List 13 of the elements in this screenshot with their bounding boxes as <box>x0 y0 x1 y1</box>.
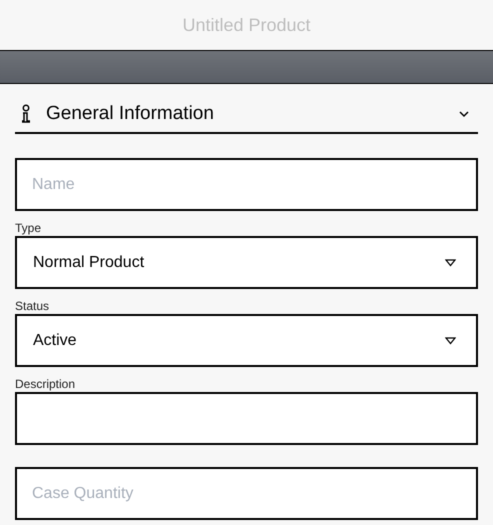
field-label: Type <box>15 221 42 235</box>
text-field[interactable]: Case Quantity <box>15 467 478 520</box>
dropdown-field[interactable]: Active <box>15 314 478 367</box>
page-title: Untitled Product <box>182 14 311 36</box>
dropdown-field[interactable]: Normal Product <box>15 236 478 289</box>
text-field[interactable]: Name <box>15 158 478 211</box>
section-header[interactable]: General Information <box>15 96 478 134</box>
field-label: Description <box>15 377 76 391</box>
dropdown-triangle-icon <box>445 258 456 266</box>
dropdown-triangle-icon <box>445 336 456 344</box>
field-label: Status <box>15 299 50 313</box>
description-field[interactable] <box>15 392 478 445</box>
info-icon <box>20 104 32 124</box>
